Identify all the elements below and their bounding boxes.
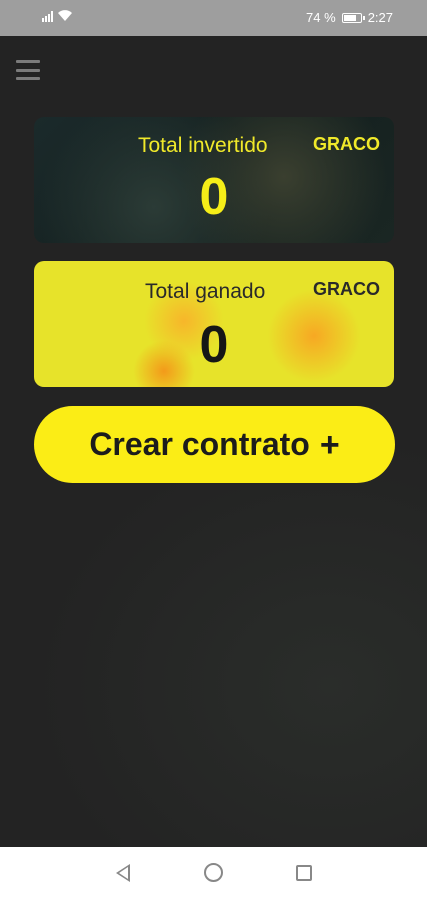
signal-icon (42, 10, 53, 22)
plus-icon: + (319, 425, 340, 464)
system-nav-bar (0, 847, 427, 900)
total-earned-title: Total ganado (145, 280, 266, 303)
create-contract-button[interactable]: Crear contrato + (34, 406, 395, 483)
status-time: 2:27 (367, 10, 393, 25)
total-invested-card: Total invertido GRACO 0 (34, 117, 394, 243)
app-screen: 74 % 2:27 Total invertido GRACO 0 Total … (0, 0, 427, 900)
hamburger-menu-icon[interactable] (16, 60, 40, 80)
total-earned-value: 0 (199, 316, 229, 374)
total-invested-unit: GRACO (313, 134, 380, 154)
battery-percent: 74 % (306, 10, 336, 25)
status-right: 74 % 2:27 (306, 10, 393, 25)
back-icon[interactable] (116, 864, 130, 882)
status-bar: 74 % 2:27 (0, 0, 427, 36)
wifi-icon (58, 10, 72, 21)
total-invested-title: Total invertido (138, 134, 268, 157)
create-contract-label: Crear contrato (89, 426, 310, 462)
battery-icon (341, 12, 365, 23)
total-earned-unit: GRACO (313, 279, 380, 299)
status-indicators (42, 10, 73, 22)
total-earned-card: Total ganado GRACO 0 (34, 261, 394, 387)
home-icon[interactable] (204, 863, 223, 882)
total-invested-value: 0 (199, 168, 229, 226)
recent-apps-icon[interactable] (296, 865, 312, 881)
